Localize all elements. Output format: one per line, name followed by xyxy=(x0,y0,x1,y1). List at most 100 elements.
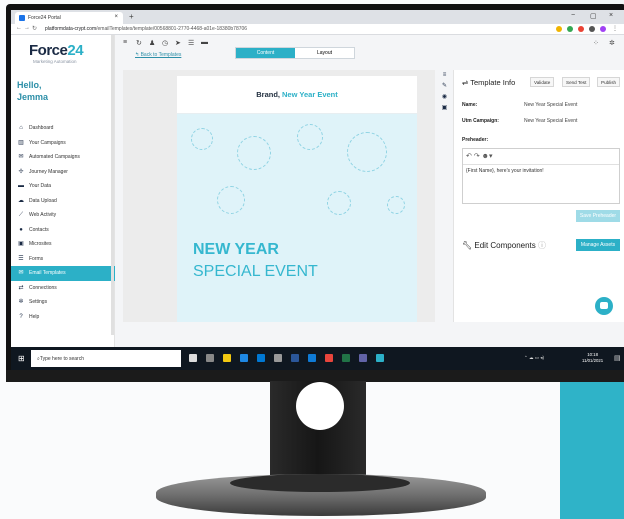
sidebar-item-data-upload[interactable]: ☁ Data Upload xyxy=(11,194,115,209)
chrome-icon[interactable] xyxy=(325,354,333,362)
redo-icon[interactable]: ↷ xyxy=(474,153,480,160)
new-tab-icon[interactable]: + xyxy=(129,12,134,21)
sidebar-item-automated-campaigns[interactable]: ✉ Automated Campaigns xyxy=(11,150,115,165)
menu-icon[interactable]: ≡ xyxy=(123,39,127,46)
eye-icon[interactable]: ◉ xyxy=(440,92,449,103)
preheader-label: Preheader: xyxy=(462,137,489,143)
tab-layout[interactable]: Layout xyxy=(295,48,354,58)
validate-button[interactable]: Validate xyxy=(530,77,555,87)
favicon-icon xyxy=(19,15,25,21)
sidebar-item-email-templates[interactable]: ✉ Email Templates xyxy=(11,266,115,281)
sidebar-item-dashboard[interactable]: ⌂ Dashboard xyxy=(11,121,115,136)
browser-tab[interactable]: Force24 Portal × xyxy=(15,12,123,24)
sidebar-item-your-campaigns[interactable]: ▥ Your Campaigns xyxy=(11,136,115,151)
sidebar-item-web-activity[interactable]: ⟋ Web Activity xyxy=(11,208,115,223)
outlook-icon[interactable] xyxy=(308,354,316,362)
forward-arrow-icon[interactable]: → xyxy=(24,25,30,31)
editor-side-tools: ≡ ✎ ◉ ▣ xyxy=(440,70,449,130)
close-tab-icon[interactable]: × xyxy=(114,14,118,20)
extension-icon[interactable] xyxy=(578,26,584,32)
sidebar-item-label: Data Upload xyxy=(29,197,57,204)
sidebar-item-label: Forms xyxy=(29,255,44,262)
email-title-line1[interactable]: NEW YEAR xyxy=(193,241,279,259)
save-preheader-button[interactable]: Save Preheader xyxy=(576,210,620,222)
grid-icon[interactable]: ⁘ xyxy=(593,39,599,47)
url-field[interactable]: platformdata-crypt.com/emailTemplates/te… xyxy=(45,26,515,32)
sidebar-item-label: Dashboard xyxy=(29,125,54,132)
sidebar-item-label: Contacts xyxy=(29,226,49,233)
star-icon[interactable] xyxy=(556,26,562,32)
preheader-input[interactable]: {First Name}, here's your invitation! xyxy=(466,168,544,174)
sidebar-item-settings[interactable]: ✲ Settings xyxy=(11,295,115,310)
cortana-icon[interactable] xyxy=(189,354,197,362)
settings-app-icon[interactable] xyxy=(274,354,282,362)
word-icon[interactable] xyxy=(291,354,299,362)
sidebar-item-microsites[interactable]: ▣ Microsites xyxy=(11,237,115,252)
puzzle-icon[interactable] xyxy=(589,26,595,32)
manage-assets-button[interactable]: Manage Assets xyxy=(576,239,620,251)
gear-icon[interactable]: ✲ xyxy=(609,39,615,47)
preheader-editor[interactable]: ↶ ↷ ☻▾ {First Name}, here's your invitat… xyxy=(462,148,620,204)
taskbar-clock[interactable]: 10:18 11/01/2021 xyxy=(582,352,603,364)
windows-taskbar: ⊞ ⌕ Type here to search ⌃ ☁ ▭ ◂) 10:18 1… xyxy=(11,347,624,370)
folder-icon[interactable]: ▬ xyxy=(201,39,208,46)
chat-bubble-icon[interactable] xyxy=(595,297,613,315)
menu-dots-icon[interactable]: ⋮ xyxy=(612,25,618,32)
wifi-app-icon[interactable] xyxy=(376,354,384,362)
back-to-templates-link[interactable]: ↰ Back to Templates xyxy=(135,52,181,58)
send-test-button[interactable]: Send Test xyxy=(562,77,591,87)
extension-icon[interactable] xyxy=(567,26,573,32)
firework-graphic xyxy=(327,191,351,215)
address-bar: ← → ↻ platformdata-crypt.com/emailTempla… xyxy=(11,24,624,35)
maximize-icon[interactable]: ▢ xyxy=(590,12,597,20)
profile-avatar-icon[interactable] xyxy=(600,26,606,32)
greeting: Hello, Jemma xyxy=(17,80,49,102)
person-icon[interactable]: ♟ xyxy=(149,39,155,47)
taskbar-search-input[interactable]: ⌕ Type here to search xyxy=(31,350,181,367)
email-preview[interactable]: Brand, New Year Event NEW YEAR SPECIAL EV… xyxy=(177,76,417,322)
reload-icon[interactable]: ↻ xyxy=(32,25,37,32)
sidebar-item-contacts[interactable]: ● Contacts xyxy=(11,223,115,238)
content-layout-toggle: Content Layout xyxy=(235,47,355,59)
back-arrow-icon[interactable]: ← xyxy=(16,25,22,31)
layers-icon[interactable]: ≡ xyxy=(440,70,449,81)
notifications-icon[interactable]: ▤ xyxy=(614,354,621,362)
teams-icon[interactable] xyxy=(359,354,367,362)
close-window-icon[interactable]: × xyxy=(609,12,613,19)
excel-icon[interactable] xyxy=(342,354,350,362)
sidebar-item-help[interactable]: ? Help xyxy=(11,310,115,325)
publish-button[interactable]: Publish xyxy=(597,77,621,87)
pencil-icon[interactable]: ✎ xyxy=(440,81,449,92)
tab-content[interactable]: Content xyxy=(236,48,295,58)
task-view-icon[interactable] xyxy=(206,354,214,362)
firework-graphic xyxy=(217,186,245,214)
clock-icon[interactable]: ◷ xyxy=(162,39,168,47)
undo-icon[interactable]: ↶ xyxy=(466,153,472,160)
mail-app-icon[interactable] xyxy=(257,354,265,362)
merge-field-icon[interactable]: ☻▾ xyxy=(482,153,493,160)
sidebar-item-label: Microsites xyxy=(29,241,52,248)
store-icon[interactable] xyxy=(240,354,248,362)
user-name: Jemma xyxy=(17,92,49,102)
send-icon[interactable]: ➤ xyxy=(175,39,181,47)
file-explorer-icon[interactable] xyxy=(223,354,231,362)
sidebar-nav: ⌂ Dashboard ▥ Your Campaigns ✉ Automated Camp… xyxy=(11,121,115,324)
email-title-line2[interactable]: SPECIAL EVENT xyxy=(193,263,318,281)
panel-title: ⇌ Template Info xyxy=(462,78,516,87)
route-icon: ✢ xyxy=(18,168,24,175)
sidebar-item-forms[interactable]: ☰ Forms xyxy=(11,252,115,267)
info-icon[interactable]: ⓘ xyxy=(538,241,546,250)
windows-start-icon[interactable]: ⊞ xyxy=(18,354,25,363)
sidebar-item-your-data[interactable]: ▬ Your Data xyxy=(11,179,115,194)
email-header[interactable]: Brand, New Year Event xyxy=(177,76,417,114)
sidebar-item-journey-manager[interactable]: ✢ Journey Manager xyxy=(11,165,115,180)
sidebar-item-connections[interactable]: ⇄ Connections xyxy=(11,281,115,296)
minimize-icon[interactable]: − xyxy=(571,12,575,19)
system-tray[interactable]: ⌃ ☁ ▭ ◂) xyxy=(524,355,544,361)
logo[interactable]: Force24 xyxy=(29,42,84,59)
sidebar-scrollbar[interactable] xyxy=(111,35,114,335)
refresh-icon[interactable]: ↻ xyxy=(136,39,142,47)
save-icon[interactable]: ▣ xyxy=(440,103,449,114)
list-icon[interactable]: ☰ xyxy=(188,39,194,47)
help-icon: ? xyxy=(19,313,23,320)
